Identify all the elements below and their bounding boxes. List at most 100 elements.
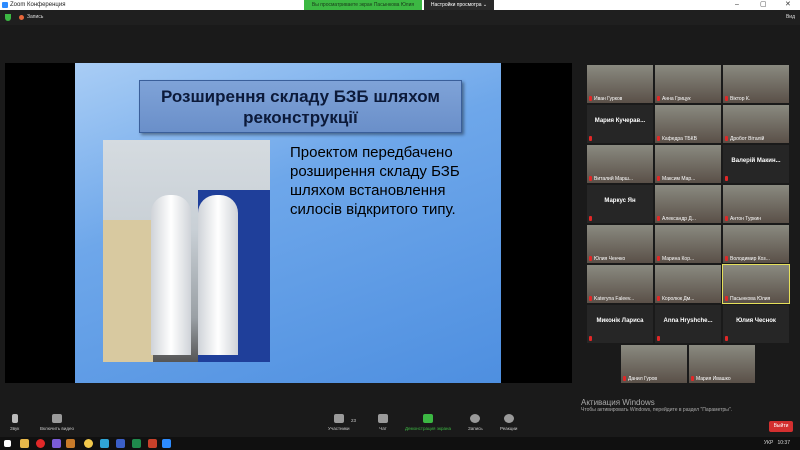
muted-mic-icon <box>657 136 660 141</box>
app-icon[interactable] <box>66 439 75 448</box>
word-icon[interactable] <box>116 439 125 448</box>
participant-name: Виталий Марш... <box>594 176 633 182</box>
muted-mic-icon <box>725 296 728 301</box>
muted-mic-icon <box>589 136 592 141</box>
muted-mic-icon <box>11 414 18 423</box>
participant-tile[interactable]: Данил Гуров <box>621 345 687 383</box>
participant-name: Антон Туркин <box>730 216 762 222</box>
start-video-button[interactable]: Включить видео <box>40 414 74 431</box>
muted-mic-icon <box>589 176 592 181</box>
participant-tile[interactable]: Юлия Чеснок <box>723 305 789 343</box>
muted-mic-icon <box>589 216 592 221</box>
reactions-label: Реакции <box>500 426 518 431</box>
muted-mic-icon <box>589 96 592 101</box>
participant-tile[interactable]: Королюк Дм... <box>655 265 721 303</box>
maximize-button[interactable]: ▢ <box>760 0 767 10</box>
record-button[interactable]: Запись <box>468 414 483 431</box>
participant-tile[interactable]: Александр Д... <box>655 185 721 223</box>
leave-button[interactable]: Выйти <box>769 421 793 432</box>
powerpoint-icon[interactable] <box>148 439 157 448</box>
record-label: Запись <box>468 426 483 431</box>
participant-name: Мария Ивашко <box>696 376 731 382</box>
muted-mic-icon <box>725 96 728 101</box>
participant-tile[interactable]: Anna Hryshche... <box>655 305 721 343</box>
recording-label: Запись <box>27 14 44 20</box>
chat-button[interactable]: Чат <box>378 414 388 431</box>
participant-name: Юлия Чеснок <box>736 318 776 324</box>
participant-name: Миконік Лариса <box>596 318 644 324</box>
meeting-toolbar: Звук Включить видео Участники 23 Чат Дем… <box>0 412 800 437</box>
participant-name: Александр Д... <box>662 216 696 222</box>
minimize-button[interactable]: – <box>735 0 739 10</box>
participant-tile[interactable]: Миконік Лариса <box>587 305 653 343</box>
participant-tile[interactable]: Кафедра ТБКВ <box>655 105 721 143</box>
participant-tile[interactable]: Иван Гурков <box>587 65 653 103</box>
zoom-taskbar-icon[interactable] <box>162 439 171 448</box>
participant-tile[interactable]: Kateryna Faleev... <box>587 265 653 303</box>
recording-icon <box>19 15 24 20</box>
excel-icon[interactable] <box>132 439 141 448</box>
muted-mic-icon <box>589 256 592 261</box>
participant-tile[interactable]: Юлия Ченчко <box>587 225 653 263</box>
participant-name: Марина Кор... <box>662 256 695 262</box>
participant-name: Иван Гурков <box>594 96 623 102</box>
activation-title: Активация Windows <box>581 398 655 407</box>
share-screen-button[interactable]: Демонстрация экрана <box>405 414 451 431</box>
view-options-button[interactable]: Настройки просмотра ⌄ <box>424 0 494 10</box>
view-button[interactable]: Вид <box>786 10 795 25</box>
participant-tile[interactable]: Анна Грицук <box>655 65 721 103</box>
chat-icon <box>378 414 388 423</box>
system-tray: УКР 10:37 <box>764 437 790 450</box>
record-icon <box>470 414 481 423</box>
participant-tile[interactable]: Мария Кучерав... <box>587 105 653 143</box>
edge-icon[interactable] <box>100 439 109 448</box>
participant-tile[interactable]: Виталий Марш... <box>587 145 653 183</box>
participant-gallery: Иван Гурков Анна Грицук Віктор К. Мария Куч… <box>583 63 800 385</box>
participant-tile[interactable]: Віктор К. <box>723 65 789 103</box>
participant-tile[interactable]: Пасынкова Юлия <box>722 264 790 304</box>
audio-label: Звук <box>10 426 20 431</box>
participant-tile[interactable]: Валерій Макин... <box>723 145 789 183</box>
audio-button[interactable]: Звук <box>10 414 19 431</box>
muted-mic-icon <box>657 216 660 221</box>
muted-mic-icon <box>725 176 728 181</box>
participant-tile[interactable]: Антон Туркин <box>723 185 789 223</box>
chrome-icon[interactable] <box>84 439 93 448</box>
participant-name: Пасынкова Юлия <box>730 296 771 302</box>
clock[interactable]: 10:37 <box>777 440 790 446</box>
security-shield-icon[interactable] <box>5 14 11 21</box>
participant-name: Мария Кучерав... <box>594 118 646 124</box>
close-button[interactable]: ✕ <box>785 0 791 10</box>
participant-name: Анна Грицук <box>662 96 691 102</box>
viewing-banner: Вы просматриваете экран Пасынкова Юлия <box>304 0 422 10</box>
reactions-button[interactable]: Реакции <box>500 414 517 431</box>
participant-name: Данил Гуров <box>628 376 658 382</box>
participant-name: Anna Hryshche... <box>663 318 713 324</box>
participants-button[interactable]: Участники <box>328 414 350 431</box>
meeting-top-bar: Запись Вид <box>0 10 800 25</box>
participant-name: Валерій Макин... <box>731 158 781 164</box>
muted-mic-icon <box>657 296 660 301</box>
muted-mic-icon <box>589 296 592 301</box>
reactions-icon <box>503 414 514 423</box>
participant-name: Маркус Ян <box>604 198 636 204</box>
language-indicator[interactable]: УКР <box>764 440 773 446</box>
participants-count: 23 <box>351 418 357 423</box>
zoom-logo-icon <box>2 2 8 8</box>
start-icon[interactable] <box>4 440 11 447</box>
file-explorer-icon[interactable] <box>20 439 29 448</box>
muted-mic-icon <box>657 336 660 341</box>
participant-name: Володимир Коз... <box>730 256 770 262</box>
muted-mic-icon <box>725 256 728 261</box>
opera-icon[interactable] <box>36 439 45 448</box>
muted-mic-icon <box>657 176 660 181</box>
participant-tile[interactable]: Маркус Ян <box>587 185 653 223</box>
participant-tile[interactable]: Марина Кор... <box>655 225 721 263</box>
participant-tile[interactable]: Дробот Віталій <box>723 105 789 143</box>
participants-label: Участники <box>328 426 350 431</box>
participant-tile[interactable]: Володимир Коз... <box>723 225 789 263</box>
participant-tile[interactable]: Максим Мар... <box>655 145 721 183</box>
viber-icon[interactable] <box>52 439 61 448</box>
participant-name: Дробот Віталій <box>730 136 765 142</box>
participant-tile[interactable]: Мария Ивашко <box>689 345 755 383</box>
